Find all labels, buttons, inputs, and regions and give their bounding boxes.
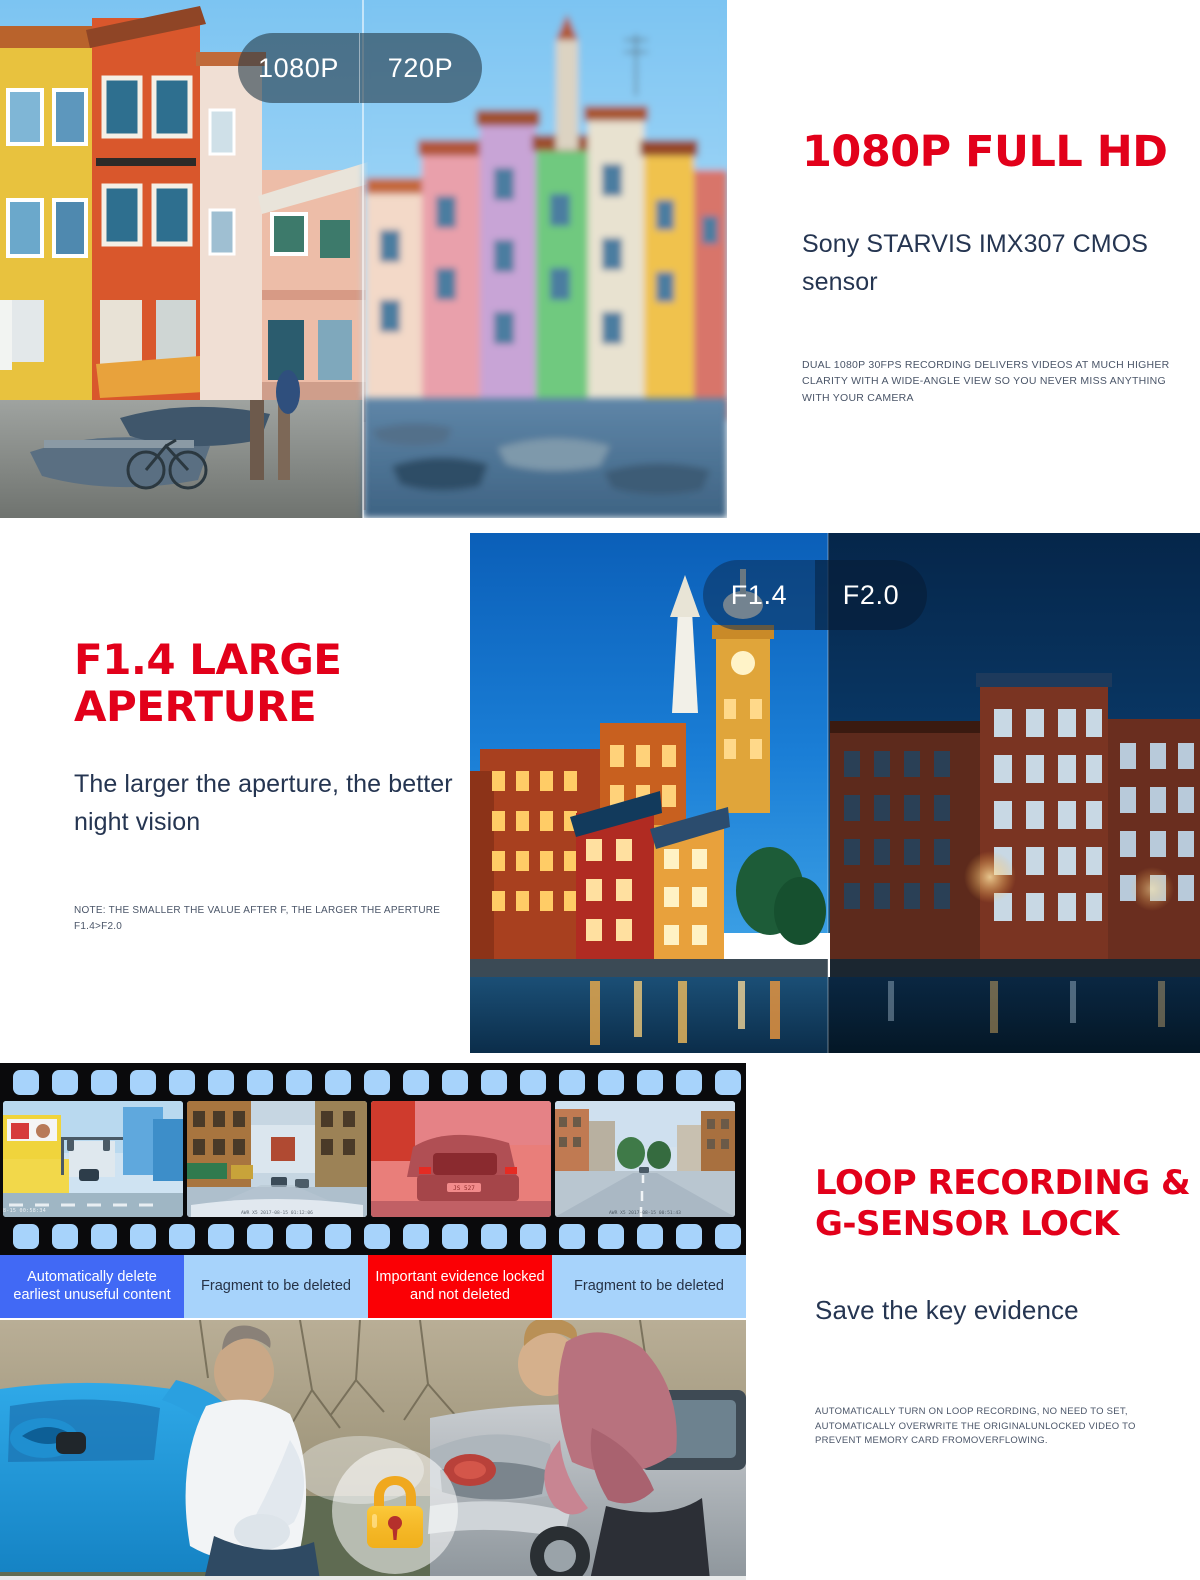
badge-left-label: F1.4 bbox=[703, 560, 815, 630]
sprocket-hole bbox=[559, 1224, 585, 1249]
section-3-headline-line-2: G-SENSOR LOCK bbox=[815, 1204, 1119, 1245]
sprocket-hole bbox=[325, 1224, 351, 1249]
filmstrip-caption-bar: Automatically delete earliest unuseful c… bbox=[0, 1255, 746, 1318]
sprocket-hole bbox=[91, 1070, 117, 1095]
sprocket-hole bbox=[715, 1224, 741, 1249]
sprocket-hole bbox=[52, 1070, 78, 1095]
aperture-comparison-badge: F1.4 F2.0 bbox=[703, 560, 927, 630]
section-1-fineprint: DUAL 1080P 30FPS RECORDING DELIVERS VIDE… bbox=[802, 359, 1170, 404]
filmstrip-body: AWR X5 2017-08-15 00:58:34 bbox=[0, 1063, 746, 1255]
sprocket-hole bbox=[520, 1070, 546, 1095]
sprocket-hole bbox=[130, 1224, 156, 1249]
sprocket-hole bbox=[208, 1224, 234, 1249]
sprocket-hole bbox=[715, 1070, 741, 1095]
sprocket-hole bbox=[325, 1070, 351, 1095]
sprocket-hole bbox=[169, 1070, 195, 1095]
sprocket-hole bbox=[247, 1224, 273, 1249]
filmstrip-frame: AWR X5 2017-08-15 00:58:34 bbox=[3, 1101, 183, 1217]
sprocket-hole bbox=[403, 1070, 429, 1095]
sprocket-hole bbox=[364, 1070, 390, 1095]
sprocket-hole bbox=[403, 1224, 429, 1249]
sprocket-hole bbox=[364, 1224, 390, 1249]
accident-photo bbox=[0, 1320, 746, 1580]
section-3-subhead: Save the key evidence bbox=[815, 1294, 1079, 1325]
loop-recording-filmstrip: AWR X5 2017-08-15 00:58:34 bbox=[0, 1063, 746, 1318]
section-2-fineprint: NOTE: THE SMALLER THE VALUE AFTER F, THE… bbox=[74, 905, 441, 932]
section-1-subhead: Sony STARVIS IMX307 CMOS sensor bbox=[802, 230, 1149, 296]
caption-segment: Automatically delete earliest unuseful c… bbox=[0, 1255, 184, 1318]
lock-badge-circle bbox=[332, 1448, 458, 1574]
caption-segment: Fragment to be deleted bbox=[184, 1255, 368, 1318]
section-3-fineprint: AUTOMATICALLY TURN ON LOOP RECORDING, NO… bbox=[815, 1405, 1136, 1447]
sprocket-hole bbox=[598, 1070, 624, 1095]
badge-right-label: F2.0 bbox=[815, 560, 927, 630]
filmstrip-frames: AWR X5 2017-08-15 00:58:34 bbox=[0, 1101, 746, 1217]
svg-text:AWR X5 2017-08-15 00:51:43: AWR X5 2017-08-15 00:51:43 bbox=[609, 1210, 681, 1216]
sprocket-hole bbox=[676, 1224, 702, 1249]
svg-text:AWR X5 2017-08-15 01:12:06: AWR X5 2017-08-15 01:12:06 bbox=[241, 1210, 313, 1216]
sprocket-hole bbox=[481, 1224, 507, 1249]
sprocket-hole bbox=[559, 1070, 585, 1095]
sprocket-hole bbox=[247, 1070, 273, 1095]
sprocket-hole bbox=[169, 1224, 195, 1249]
section-1-text-block: 1080P FULL HD Sony STARVIS IMX307 CMOS s… bbox=[802, 128, 1192, 406]
sprocket-hole bbox=[91, 1224, 117, 1249]
svg-text:AWR X5 2017-08-15 00:58:34: AWR X5 2017-08-15 00:58:34 bbox=[3, 1208, 46, 1214]
caption-segment: Fragment to be deleted bbox=[552, 1255, 746, 1318]
sprocket-row-bottom bbox=[0, 1223, 746, 1250]
resolution-comparison-badge: 1080P 720P bbox=[238, 33, 482, 103]
padlock-icon bbox=[367, 1476, 423, 1548]
section-2-text-block: F1.4 LARGE APERTURE The larger the apert… bbox=[74, 636, 464, 934]
sprocket-hole bbox=[13, 1224, 39, 1249]
sprocket-hole bbox=[442, 1070, 468, 1095]
badge-left-label: 1080P bbox=[257, 52, 340, 83]
caption-segment-locked: Important evidence locked and not delete… bbox=[368, 1255, 552, 1318]
filmstrip-frame: AWR X5 2017-08-15 00:51:43 bbox=[555, 1101, 735, 1217]
sprocket-hole bbox=[637, 1070, 663, 1095]
section-3-headline-line-1: LOOP RECORDING & bbox=[815, 1163, 1191, 1203]
sprocket-hole bbox=[130, 1070, 156, 1095]
sprocket-hole bbox=[481, 1070, 507, 1095]
section-3-headline: LOOP RECORDING & G-SENSOR LOCK bbox=[815, 1163, 1195, 1246]
sprocket-hole bbox=[286, 1224, 312, 1249]
badge-right-label: 720P bbox=[387, 52, 454, 83]
sprocket-hole bbox=[676, 1070, 702, 1095]
sprocket-hole bbox=[52, 1224, 78, 1249]
sprocket-row-top bbox=[0, 1069, 746, 1096]
filmstrip-frame: AWR X5 2017-08-15 01:12:06 bbox=[187, 1101, 367, 1217]
product-feature-page: 1080P 720P 1080P FULL HD Sony STARVIS IM… bbox=[0, 0, 1200, 1580]
section-3-text-block: LOOP RECORDING & G-SENSOR LOCK Save the … bbox=[815, 1163, 1195, 1449]
sprocket-hole bbox=[208, 1070, 234, 1095]
filmstrip-frame-locked: JS 527 bbox=[371, 1101, 551, 1217]
sprocket-hole bbox=[520, 1224, 546, 1249]
section-1-headline: 1080P FULL HD bbox=[802, 127, 1168, 177]
sprocket-hole bbox=[442, 1224, 468, 1249]
sprocket-hole bbox=[598, 1224, 624, 1249]
sprocket-hole bbox=[637, 1224, 663, 1249]
section-2-subhead: The larger the aperture, the better nigh… bbox=[74, 770, 453, 836]
section-2-headline: F1.4 LARGE APERTURE bbox=[74, 635, 342, 732]
sprocket-hole bbox=[13, 1070, 39, 1095]
sprocket-hole bbox=[286, 1070, 312, 1095]
section-1-comparison-image: 1080P 720P bbox=[0, 0, 727, 518]
